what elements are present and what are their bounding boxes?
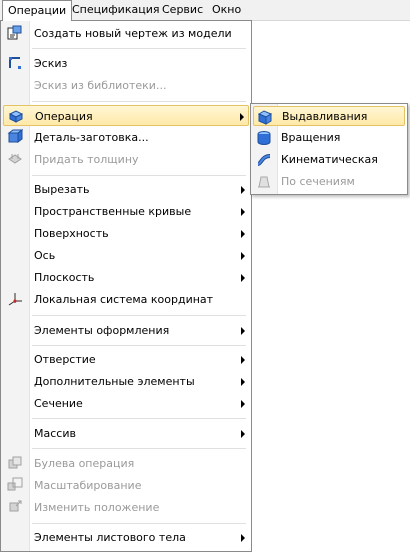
menu-item-label: Изменить положение bbox=[34, 501, 160, 514]
submenu-arrow-icon bbox=[241, 274, 245, 282]
sketch-icon bbox=[7, 55, 23, 71]
menu-item-local-coordinate-system[interactable]: Локальная система координат bbox=[3, 289, 249, 310]
submenu-arrow-icon bbox=[241, 378, 245, 386]
menu-item-boolean-operation: Булева операция bbox=[3, 453, 249, 474]
menu-separator bbox=[32, 523, 246, 524]
submenu-arrow-icon bbox=[241, 208, 245, 216]
sweep-icon bbox=[256, 152, 272, 168]
submenu-arrow-icon bbox=[241, 430, 245, 438]
submenu-item-label: Кинематическая bbox=[281, 153, 378, 166]
menu-item-surface[interactable]: Поверхность bbox=[3, 223, 249, 244]
scale-icon bbox=[7, 477, 23, 493]
menu-separator bbox=[32, 345, 246, 346]
submenu-arrow-icon bbox=[241, 327, 245, 335]
workpiece-icon bbox=[7, 129, 24, 145]
submenu-arrow-icon bbox=[241, 230, 245, 238]
menu-item-thicken: Придать толщину bbox=[3, 149, 249, 170]
menu-item-array[interactable]: Массив bbox=[3, 423, 249, 444]
menu-window[interactable]: Окно bbox=[207, 0, 246, 20]
menu-item-label: Придать толщину bbox=[34, 153, 139, 166]
menu-item-label: Вырезать bbox=[34, 183, 90, 196]
menu-item-label: Сечение bbox=[34, 397, 83, 410]
submenu-item-extrude[interactable]: Выдавливания bbox=[253, 106, 405, 126]
submenu-item-label: По сечениям bbox=[281, 175, 355, 188]
extrude-icon bbox=[257, 109, 273, 125]
menu-separator bbox=[32, 448, 246, 449]
menu-separator bbox=[32, 175, 246, 176]
menu-item-additional-elements[interactable]: Дополнительные элементы bbox=[3, 371, 249, 392]
menu-item-label: Операция bbox=[35, 110, 93, 123]
operations-dropdown: Создать новый чертеж из модели Эскиз Эск… bbox=[0, 20, 252, 552]
submenu-arrow-icon bbox=[241, 186, 245, 194]
menu-item-design-elements[interactable]: Элементы оформления bbox=[3, 320, 249, 341]
submenu-arrow-icon bbox=[240, 113, 244, 121]
menu-item-change-position: Изменить положение bbox=[3, 497, 249, 518]
submenu-item-sweep[interactable]: Кинематическая bbox=[253, 150, 405, 170]
submenu-arrow-icon bbox=[241, 534, 245, 542]
submenu-item-label: Выдавливания bbox=[282, 110, 368, 123]
menu-item-label: Деталь-заготовка... bbox=[34, 131, 149, 144]
menu-item-label: Элементы листового тела bbox=[34, 531, 186, 544]
menu-item-label: Пространственные кривые bbox=[34, 205, 192, 218]
menu-specification[interactable]: Спецификация bbox=[67, 0, 164, 20]
submenu-arrow-icon bbox=[241, 356, 245, 364]
menu-item-label: Масштабирование bbox=[34, 479, 142, 492]
menu-operations[interactable]: Операции bbox=[2, 0, 73, 21]
thicken-icon bbox=[7, 151, 23, 167]
menu-item-label: Создать новый чертеж из модели bbox=[34, 27, 232, 40]
menu-bar: Операции Спецификация Сервис Окно bbox=[0, 0, 410, 21]
menu-item-label: Плоскость bbox=[34, 271, 95, 284]
submenu-item-loft: По сечениям bbox=[253, 172, 405, 192]
menu-separator bbox=[32, 48, 246, 49]
menu-service[interactable]: Сервис bbox=[157, 0, 208, 20]
revolve-icon bbox=[256, 130, 272, 146]
menu-item-label: Поверхность bbox=[34, 227, 109, 240]
menu-separator bbox=[32, 101, 246, 102]
boolean-icon bbox=[7, 455, 23, 471]
operation-icon bbox=[8, 108, 24, 124]
menu-item-label: Булева операция bbox=[34, 457, 135, 470]
submenu-item-label: Вращения bbox=[281, 131, 341, 144]
menu-item-hole[interactable]: Отверстие bbox=[3, 349, 249, 370]
submenu-item-revolve[interactable]: Вращения bbox=[253, 128, 405, 148]
menu-item-operation[interactable]: Операция bbox=[3, 105, 249, 126]
operation-submenu: Выдавливания Вращения Кинематическая По … bbox=[250, 103, 408, 195]
menu-item-spatial-curves[interactable]: Пространственные кривые bbox=[3, 201, 249, 222]
move-icon bbox=[7, 499, 23, 515]
menu-item-cut[interactable]: Вырезать bbox=[3, 179, 249, 200]
submenu-arrow-icon bbox=[241, 252, 245, 260]
menu-item-sketch[interactable]: Эскиз bbox=[3, 53, 249, 74]
menu-item-scaling: Масштабирование bbox=[3, 475, 249, 496]
menu-item-sheet-body-elements[interactable]: Элементы листового тела bbox=[3, 527, 249, 548]
menu-item-label: Массив bbox=[34, 427, 76, 440]
menu-item-label: Элементы оформления bbox=[34, 324, 170, 337]
menu-item-plane[interactable]: Плоскость bbox=[3, 267, 249, 288]
local-coord-icon bbox=[7, 291, 23, 307]
menu-item-new-drawing-from-model[interactable]: Создать новый чертеж из модели bbox=[3, 23, 249, 44]
menu-item-label: Дополнительные элементы bbox=[34, 375, 195, 388]
menu-item-workpiece[interactable]: Деталь-заготовка... bbox=[3, 127, 249, 148]
menu-separator bbox=[32, 418, 246, 419]
loft-icon bbox=[256, 174, 272, 190]
menu-separator bbox=[32, 315, 246, 316]
menu-item-label: Эскиз из библиотеки... bbox=[34, 79, 167, 92]
menu-item-label: Ось bbox=[34, 249, 56, 262]
submenu-arrow-icon bbox=[241, 400, 245, 408]
drawing-from-model-icon bbox=[7, 25, 23, 41]
menu-item-label: Эскиз bbox=[34, 57, 68, 70]
menu-item-axis[interactable]: Ось bbox=[3, 245, 249, 266]
menu-item-sketch-from-library: Эскиз из библиотеки... bbox=[3, 75, 249, 96]
menu-item-label: Отверстие bbox=[34, 353, 96, 366]
menu-item-label: Локальная система координат bbox=[34, 293, 214, 306]
menu-item-section[interactable]: Сечение bbox=[3, 393, 249, 414]
